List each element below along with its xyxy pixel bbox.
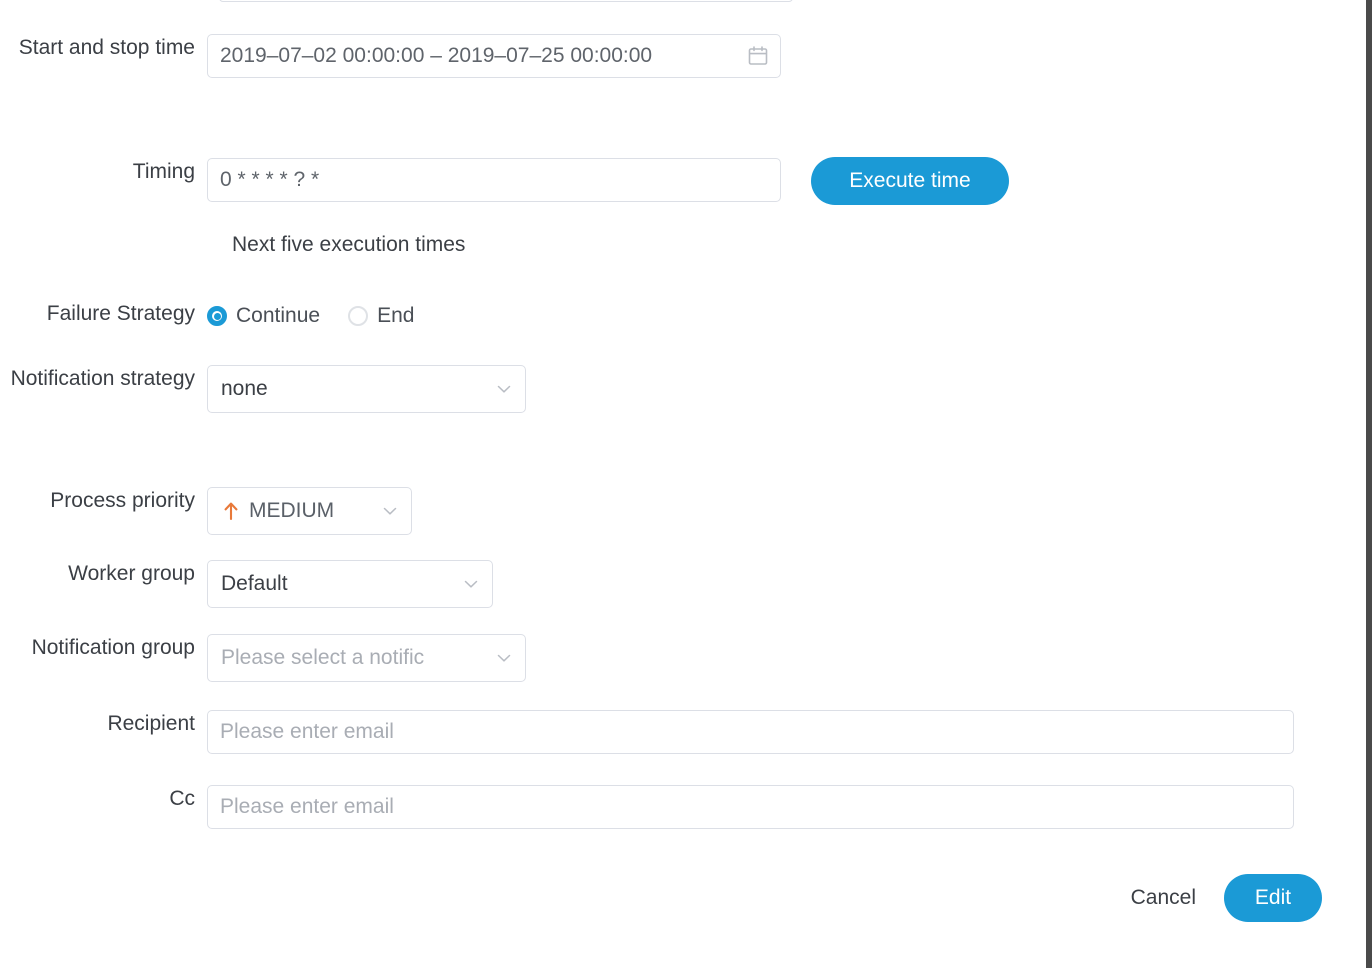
cancel-button[interactable]: Cancel (1127, 886, 1200, 910)
process-priority-value: MEDIUM (249, 499, 335, 522)
recipient-input[interactable]: Please enter email (207, 710, 1294, 754)
timing-label: Timing (132, 160, 195, 183)
form-row-worker-group: Worker group Default (0, 560, 800, 608)
radio-continue-dot[interactable] (207, 306, 227, 326)
recipient-label: Recipient (107, 712, 195, 735)
worker-group-field-zone: Default (207, 560, 493, 608)
form-row-recipient: Recipient Please enter email (0, 710, 1320, 754)
notification-group-field-zone: Please select a notific (207, 634, 526, 682)
start-stop-time-label: Start and stop time (18, 36, 195, 59)
clipped-row-field (219, 0, 793, 2)
start-stop-time-field-zone: 2019–07–02 00:00:00 – 2019–07–25 00:00:0… (207, 34, 781, 78)
notification-strategy-value: none (221, 377, 268, 400)
chevron-down-icon (495, 380, 513, 398)
radio-end[interactable]: End (348, 304, 414, 328)
arrow-up-icon (221, 500, 241, 522)
radio-continue[interactable]: Continue (207, 304, 320, 328)
process-priority-field-zone: MEDIUM (207, 487, 412, 535)
clipped-form-row (0, 0, 1366, 3)
notification-strategy-select[interactable]: none (207, 365, 526, 413)
form-row-failure-strategy: Failure Strategy Continue End (0, 300, 800, 332)
form-row-notification-group: Notification group Please select a notif… (0, 634, 800, 682)
cc-placeholder: Please enter email (220, 795, 394, 818)
radio-continue-label: Continue (236, 304, 321, 327)
execute-time-button[interactable]: Execute time (811, 157, 1009, 205)
cc-label: Cc (169, 787, 195, 810)
notification-group-label: Notification group (31, 636, 195, 659)
notification-group-select[interactable]: Please select a notific (207, 634, 526, 682)
dialog-body: Start and stop time 2019–07–02 00:00:00 … (0, 0, 1366, 968)
start-stop-time-value: 2019–07–02 00:00:00 – 2019–07–25 00:00:0… (220, 44, 653, 67)
timing-input[interactable]: 0 * * * * ? * (207, 158, 781, 202)
dialog-footer: Cancel Edit (0, 874, 1322, 922)
form-row-cc: Cc Please enter email (0, 785, 1320, 829)
chevron-down-icon (495, 649, 513, 667)
cc-input[interactable]: Please enter email (207, 785, 1294, 829)
worker-group-select[interactable]: Default (207, 560, 493, 608)
process-priority-select[interactable]: MEDIUM (207, 487, 412, 535)
timing-field-zone: 0 * * * * ? * (207, 158, 781, 202)
notification-strategy-field-zone: none (207, 365, 526, 413)
notification-group-placeholder: Please select a notific (221, 646, 425, 669)
failure-strategy-field-zone: Continue End (207, 300, 414, 332)
chevron-down-icon (462, 575, 480, 593)
form-row-notification-strategy: Notification strategy none (0, 365, 800, 413)
failure-strategy-label: Failure Strategy (46, 302, 195, 325)
calendar-icon[interactable] (747, 45, 769, 67)
form-row-timing: Timing 0 * * * * ? * (0, 158, 800, 202)
radio-end-dot[interactable] (348, 306, 369, 326)
timing-value: 0 * * * * ? * (220, 168, 320, 191)
form-row-process-priority: Process priority MEDIUM (0, 487, 800, 535)
recipient-placeholder: Please enter email (220, 720, 394, 743)
next-executions-helper-text: Next five execution times (232, 233, 466, 256)
worker-group-label: Worker group (68, 562, 195, 585)
cc-field-zone: Please enter email (207, 785, 1294, 829)
failure-strategy-radio-group: Continue End (207, 300, 414, 332)
recipient-field-zone: Please enter email (207, 710, 1294, 754)
edit-button[interactable]: Edit (1224, 874, 1322, 922)
process-priority-label: Process priority (50, 489, 195, 512)
radio-end-label: End (377, 304, 415, 327)
start-stop-time-input[interactable]: 2019–07–02 00:00:00 – 2019–07–25 00:00:0… (207, 34, 781, 78)
chevron-down-icon (381, 502, 399, 520)
worker-group-value: Default (221, 572, 288, 595)
form-row-start-stop-time: Start and stop time 2019–07–02 00:00:00 … (0, 34, 800, 78)
notification-strategy-label: Notification strategy (10, 367, 195, 390)
modal-overlay-edge (1366, 0, 1372, 968)
